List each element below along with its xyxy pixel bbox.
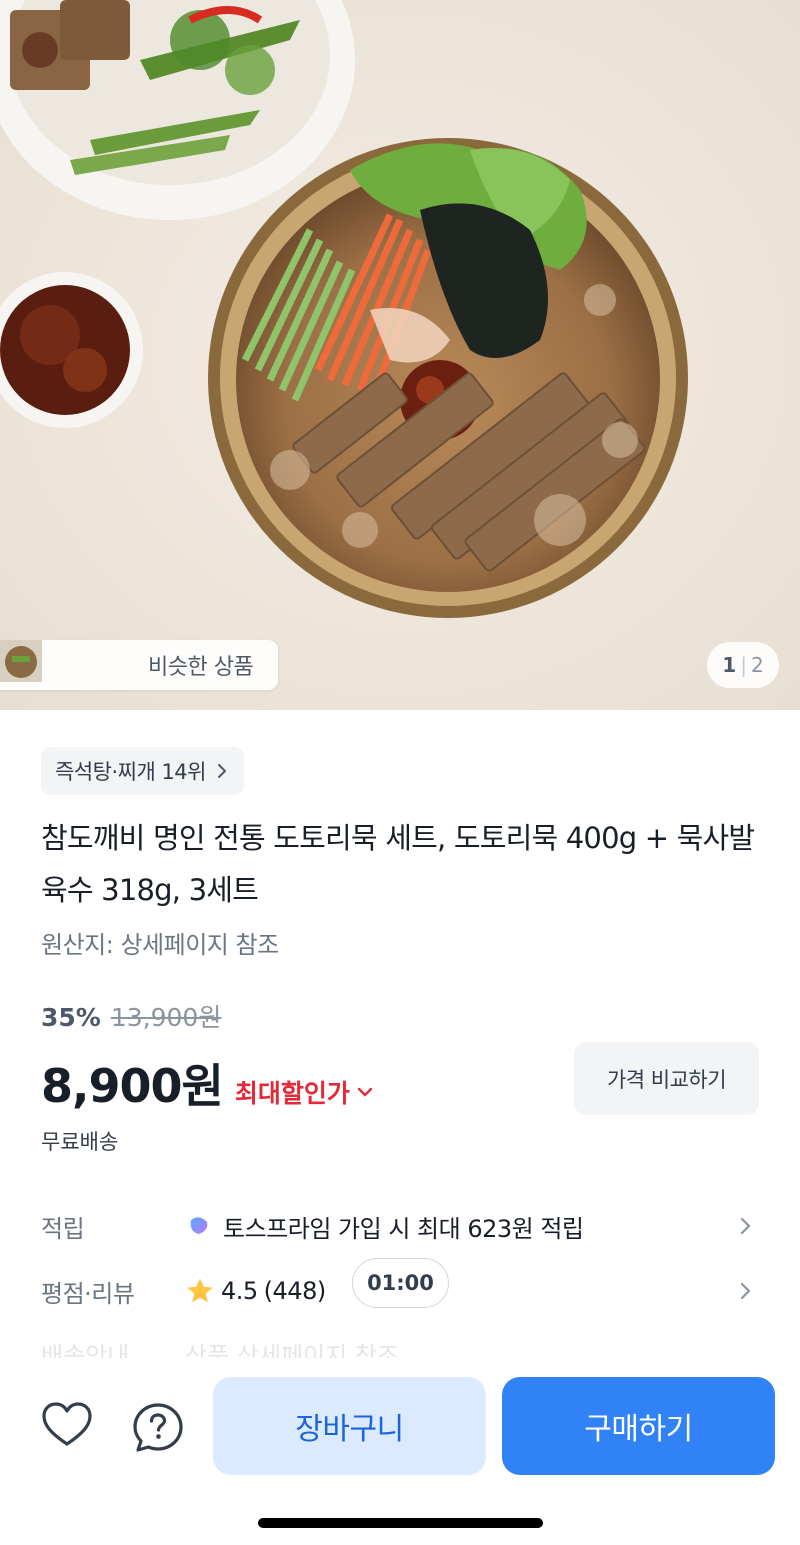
wishlist-button[interactable]: [37, 1396, 97, 1456]
bottom-action-bar: 장바구니 구매하기: [0, 1360, 800, 1545]
points-value-group: 토스프라임 가입 시 최대 623원 적립: [185, 1209, 584, 1244]
sale-price: 8,900원: [41, 1059, 224, 1113]
discount-rate: 35%: [41, 1003, 101, 1032]
points-label: 적립: [41, 1214, 85, 1243]
chevron-down-icon: [357, 1087, 373, 1097]
similar-thumb-2: [0, 640, 92, 686]
similar-products-label: 비슷한 상품: [148, 655, 254, 680]
product-image[interactable]: 비슷한 상품 1 | 2: [0, 0, 800, 710]
shipping-info: 무료배송: [41, 1130, 119, 1154]
similar-products-chip[interactable]: 비슷한 상품: [0, 640, 278, 690]
page-separator: |: [740, 653, 747, 677]
max-discount-label: 최대할인가: [234, 1079, 350, 1108]
inquiry-button[interactable]: [128, 1398, 188, 1458]
product-photo: [0, 0, 800, 710]
review-count: (448): [263, 1277, 327, 1305]
category-rank-chip[interactable]: 즉석탕·찌개 14위: [41, 747, 244, 795]
add-to-cart-button[interactable]: 장바구니: [213, 1377, 486, 1475]
question-bubble-icon: [133, 1403, 183, 1452]
price-compare-button[interactable]: 가격 비교하기: [574, 1042, 759, 1115]
max-discount-toggle[interactable]: 최대할인가: [235, 1074, 374, 1110]
image-page-indicator: 1 | 2: [707, 642, 779, 688]
category-rank-label: 즉석탕·찌개 14위: [55, 760, 207, 784]
faded-shipping-row: 배송안내 상품 상세페이지 참조: [41, 1336, 761, 1358]
rating-label: 평점·리뷰: [41, 1279, 135, 1308]
original-price: 13,900원: [110, 1003, 222, 1032]
page-total: 2: [750, 653, 764, 677]
chevron-right-icon: [740, 1282, 751, 1300]
points-value: 토스프라임 가입 시 최대 623원 적립: [223, 1214, 584, 1243]
star-icon: [187, 1278, 213, 1303]
toss-prime-icon: [190, 1217, 208, 1234]
discount-line: 35% 13,900원: [41, 998, 221, 1034]
rating-value: 4.5: [221, 1277, 258, 1305]
points-row[interactable]: 적립 토스프라임 가입 시 최대 623원 적립: [0, 1198, 800, 1254]
faded-row-value: 상품 상세페이지 참조: [185, 1342, 399, 1358]
faded-row-label: 배송안내: [41, 1342, 130, 1358]
price-line: 8,900원 최대할인가: [41, 1050, 374, 1116]
home-indicator: [258, 1518, 543, 1528]
similar-thumb-3: [0, 640, 138, 686]
product-title: 참도깨비 명인 전통 도토리묵 세트, 도토리묵 400g + 묵사발육수 31…: [41, 821, 755, 907]
chevron-right-icon: [218, 764, 226, 778]
heart-icon: [42, 1402, 92, 1446]
buy-now-button[interactable]: 구매하기: [502, 1377, 775, 1475]
timer-badge: 01:00: [352, 1258, 449, 1308]
chevron-right-icon: [740, 1217, 751, 1235]
page-current: 1: [722, 653, 737, 677]
rating-value-group: 4.5 (448): [185, 1276, 326, 1306]
product-origin: 원산지: 상세페이지 참조: [41, 931, 279, 959]
